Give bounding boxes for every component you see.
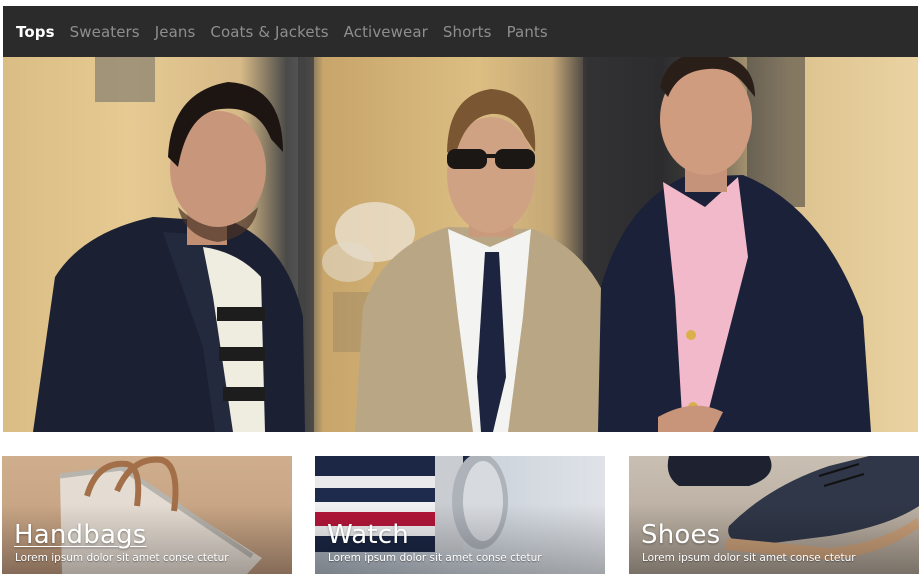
tile-title-handbags[interactable]: Handbags: [14, 520, 147, 550]
tile-description-shoes: Lorem ipsum dolor sit amet conse ctetur: [642, 552, 856, 564]
tile-description-handbags: Lorem ipsum dolor sit amet conse ctetur: [15, 552, 229, 564]
category-tile-shoes[interactable]: Shoes Lorem ipsum dolor sit amet conse c…: [629, 456, 919, 574]
tile-title-shoes[interactable]: Shoes: [641, 520, 720, 550]
category-tile-handbags[interactable]: Handbags Lorem ipsum dolor sit amet cons…: [2, 456, 292, 574]
model-left: [33, 82, 305, 432]
nav-item-shorts[interactable]: Shorts: [443, 23, 492, 41]
nav-item-pants[interactable]: Pants: [507, 23, 548, 41]
category-tile-watch[interactable]: Watch Lorem ipsum dolor sit amet conse c…: [315, 456, 605, 574]
nav-item-sweaters[interactable]: Sweaters: [70, 23, 140, 41]
page: Tops Sweaters Jeans Coats & Jackets Acti…: [0, 0, 922, 574]
tile-description-watch: Lorem ipsum dolor sit amet conse ctetur: [328, 552, 542, 564]
category-nav: Tops Sweaters Jeans Coats & Jackets Acti…: [3, 6, 918, 57]
nav-item-coats-jackets[interactable]: Coats & Jackets: [210, 23, 328, 41]
hero-image: [33, 57, 871, 432]
nav-item-jeans[interactable]: Jeans: [155, 23, 196, 41]
nav-item-tops[interactable]: Tops: [16, 23, 55, 41]
tile-title-watch[interactable]: Watch: [327, 520, 409, 550]
hero-banner: [3, 57, 918, 432]
nav-item-activewear[interactable]: Activewear: [344, 23, 428, 41]
